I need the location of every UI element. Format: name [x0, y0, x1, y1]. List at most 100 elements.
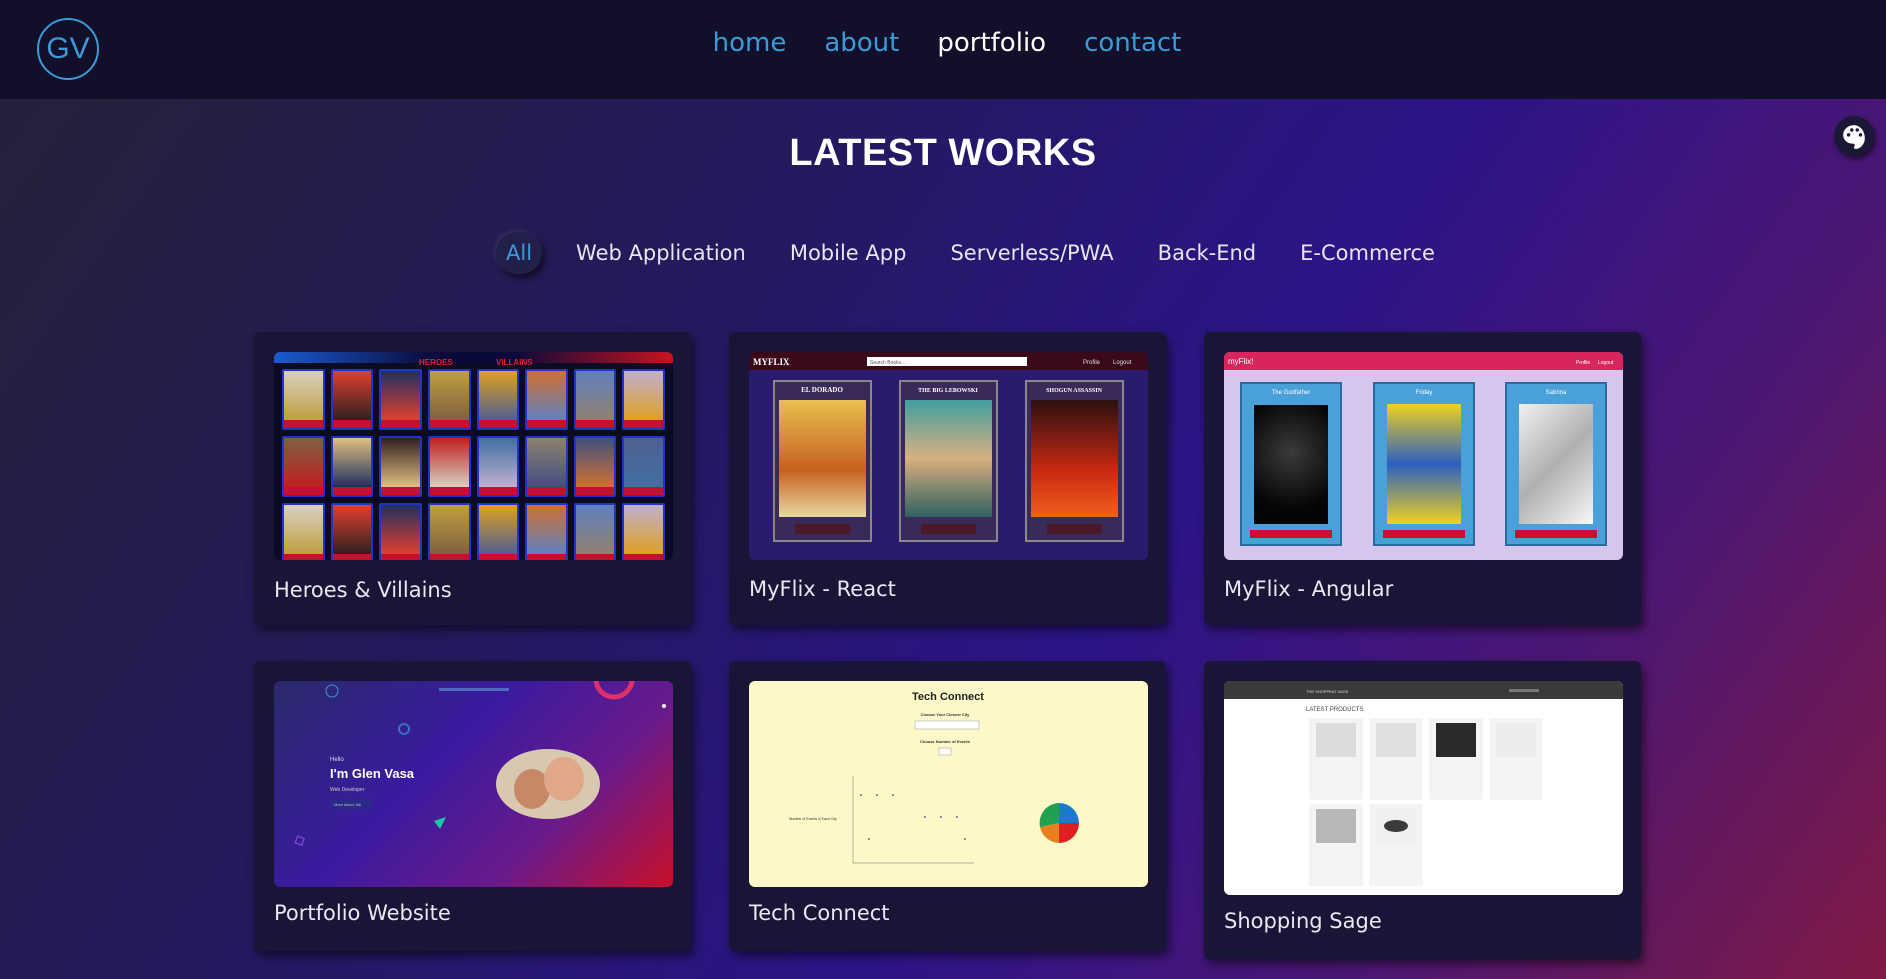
- top-navbar: GV home about portfolio contact: [0, 0, 1886, 99]
- thumb-heroes-label: HEROES: [419, 358, 453, 367]
- project-thumbnail: Tech Connect Choose Your Closest City Ch…: [749, 681, 1148, 887]
- thumb-city-label: Choose Your Closest City: [921, 712, 971, 717]
- project-thumbnail: Hello I'm Glen Vasa Web Developer More A…: [274, 681, 673, 887]
- movie-card-row: The Godfather Friday Sabrina: [1224, 370, 1623, 558]
- thumb-brand: MYFLIX: [753, 357, 790, 367]
- character-card: [476, 369, 520, 430]
- filter-mobile-app[interactable]: Mobile App: [780, 232, 917, 274]
- thumb-about-button: More About Me: [334, 802, 362, 807]
- thumb-navbar: myFlix! Profile Logout: [1224, 352, 1623, 370]
- movie-buttons: [1250, 530, 1332, 538]
- filter-serverless-pwa[interactable]: Serverless/PWA: [940, 232, 1123, 274]
- filter-web-application[interactable]: Web Application: [566, 232, 756, 274]
- character-image: [527, 505, 566, 554]
- thumb-brand: myFlix!: [1228, 357, 1253, 366]
- character-card: [282, 503, 325, 560]
- character-card: [330, 503, 374, 560]
- character-name-bar: [575, 487, 615, 495]
- project-title: Shopping Sage: [1224, 909, 1382, 933]
- filter-back-end[interactable]: Back-End: [1148, 232, 1266, 274]
- project-thumbnail: HEROES VILLAINS: [274, 352, 673, 560]
- character-card: [525, 436, 568, 497]
- thumb-profile: Profile: [1083, 360, 1101, 366]
- character-card: [379, 436, 422, 497]
- movie-details-button: [795, 524, 850, 534]
- character-name-bar: [429, 554, 469, 560]
- character-image: [527, 371, 566, 420]
- project-title: Portfolio Website: [274, 901, 451, 925]
- character-card: [622, 503, 665, 560]
- nav-links: home about portfolio contact: [0, 28, 1886, 58]
- project-card-shopping-sage[interactable]: THE SHOPPING SAGE LATEST PRODUCTS Shoppi…: [1204, 661, 1641, 959]
- character-name-bar: [381, 554, 420, 560]
- project-card-myflix-angular[interactable]: myFlix! Profile Logout The Godfather Fri…: [1204, 332, 1641, 625]
- movie-title: THE BIG LEBOWSKI: [918, 388, 978, 394]
- character-image: [284, 438, 323, 487]
- project-card-tech-connect[interactable]: Tech Connect Choose Your Closest City Ch…: [729, 661, 1166, 951]
- character-name-bar: [381, 420, 420, 428]
- project-title: MyFlix - React: [749, 577, 896, 601]
- thumb-logout: Logout: [1113, 360, 1132, 366]
- thumb-ylabel: Number of Events in Each City: [789, 817, 837, 821]
- nav-link-contact[interactable]: contact: [1084, 28, 1181, 58]
- movie-title: The Godfather: [1272, 390, 1311, 396]
- character-name-bar: [527, 420, 566, 428]
- movie-buttons: [1382, 530, 1465, 538]
- character-image: [624, 438, 663, 487]
- character-name-bar: [332, 554, 372, 560]
- character-name-bar: [575, 554, 615, 560]
- character-card: [573, 436, 617, 497]
- character-card: [476, 436, 520, 497]
- nav-link-home[interactable]: home: [713, 28, 787, 58]
- project-thumbnail: MYFLIX Search Books... Profile Logout EL…: [749, 352, 1148, 560]
- thumb-navbar: THE SHOPPING SAGE: [1224, 681, 1623, 699]
- movie-title: Sabrina: [1546, 390, 1567, 396]
- thumb-villains-label: VILLAINS: [496, 358, 533, 367]
- filter-e-commerce[interactable]: E-Commerce: [1290, 232, 1445, 274]
- character-image: [575, 438, 615, 487]
- thumb-profile: Profile: [1576, 360, 1590, 366]
- character-name-bar: [478, 420, 518, 428]
- movie-details-button: [921, 524, 976, 534]
- character-image: [381, 505, 420, 554]
- character-name-bar: [429, 420, 469, 428]
- character-image: [575, 371, 615, 420]
- movie-poster: [1031, 400, 1118, 517]
- movie-card: EL DORADO: [773, 380, 872, 542]
- project-card-heroes-villains[interactable]: HEROES VILLAINS Heroes & Villains: [254, 332, 691, 625]
- movie-poster: [905, 400, 992, 517]
- character-card: [427, 369, 471, 430]
- character-card: [573, 503, 617, 560]
- thumb-greeting: Hello: [330, 757, 344, 763]
- character-card: [282, 436, 325, 497]
- character-name-bar: [624, 487, 663, 495]
- filter-all[interactable]: All: [496, 232, 543, 274]
- character-card: [427, 503, 471, 560]
- thumb-logo-icon: [325, 684, 339, 698]
- character-card: [525, 503, 568, 560]
- thumb-brand: THE SHOPPING SAGE: [1306, 689, 1349, 694]
- character-image: [429, 438, 469, 487]
- project-thumbnail: THE SHOPPING SAGE LATEST PRODUCTS: [1224, 681, 1623, 895]
- nav-link-about[interactable]: about: [824, 28, 899, 58]
- movie-card: Friday: [1372, 382, 1475, 546]
- movie-card: The Godfather: [1240, 382, 1342, 546]
- movie-buttons: [1515, 530, 1597, 538]
- thumb-ring-decoration: [593, 681, 635, 700]
- character-image: [575, 505, 615, 554]
- character-card-grid: [274, 363, 673, 560]
- project-title: MyFlix - Angular: [1224, 577, 1394, 601]
- character-image: [332, 371, 372, 420]
- project-card-myflix-react[interactable]: MYFLIX Search Books... Profile Logout EL…: [729, 332, 1166, 625]
- project-card-portfolio-website[interactable]: Hello I'm Glen Vasa Web Developer More A…: [254, 661, 691, 951]
- thumb-hero-name: I'm Glen Vasa: [330, 766, 415, 781]
- character-image: [284, 505, 323, 554]
- character-name-bar: [332, 487, 372, 495]
- character-image: [381, 371, 420, 420]
- character-name-bar: [284, 420, 323, 428]
- character-image: [624, 371, 663, 420]
- character-image: [332, 438, 372, 487]
- nav-link-portfolio[interactable]: portfolio: [937, 28, 1046, 58]
- character-image: [527, 438, 566, 487]
- character-name-bar: [332, 420, 372, 428]
